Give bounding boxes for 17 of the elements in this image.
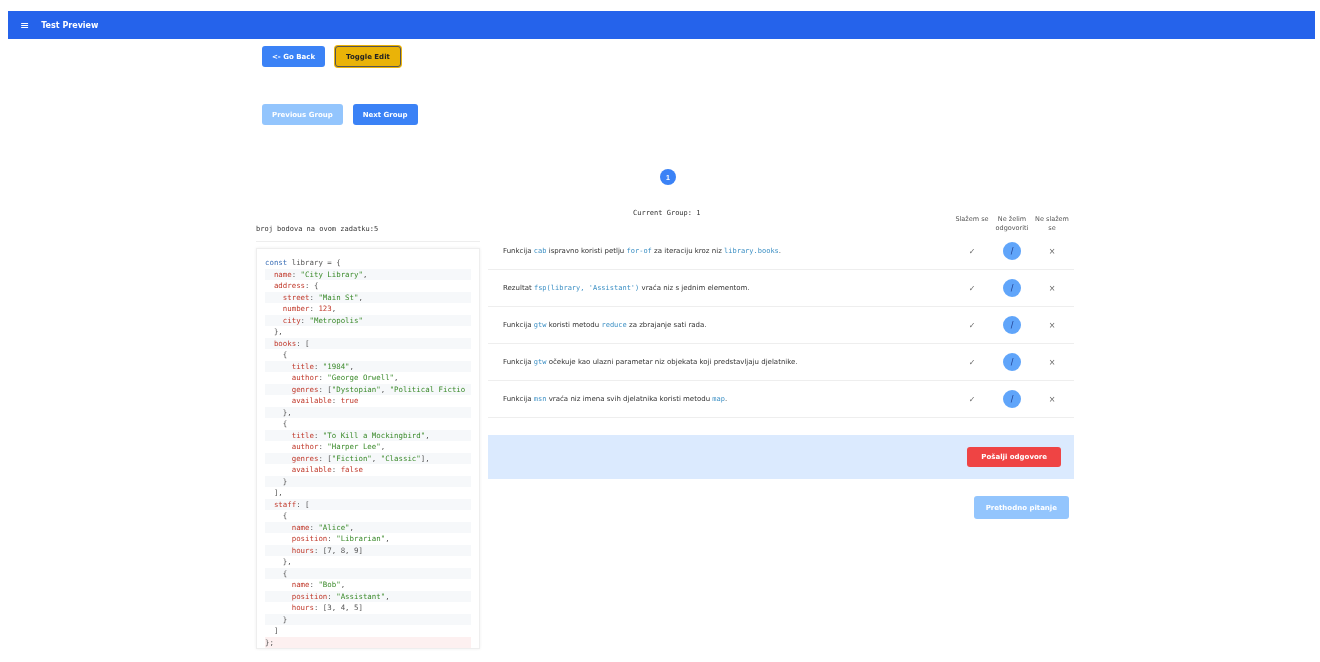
agree-option[interactable]: ✓ [963,279,981,298]
skip-option[interactable]: / [1003,316,1021,335]
agree-option[interactable]: ✓ [963,353,981,372]
skip-option[interactable]: / [1003,279,1021,298]
agree-option[interactable]: ✓ [963,390,981,409]
app-title: Test Preview [41,20,99,30]
agree-option[interactable]: ✓ [963,316,981,335]
disagree-option[interactable]: × [1043,279,1061,298]
disagree-option[interactable]: × [1043,316,1061,335]
agree-option[interactable]: ✓ [963,242,981,261]
skip-option[interactable]: / [1003,242,1021,261]
disagree-option[interactable]: × [1043,242,1061,261]
skip-option[interactable]: / [1003,353,1021,372]
disagree-option[interactable]: × [1043,353,1061,372]
disagree-option[interactable]: × [1043,390,1061,409]
skip-option[interactable]: / [1003,390,1021,409]
menu-icon[interactable]: ≡ [20,18,30,32]
